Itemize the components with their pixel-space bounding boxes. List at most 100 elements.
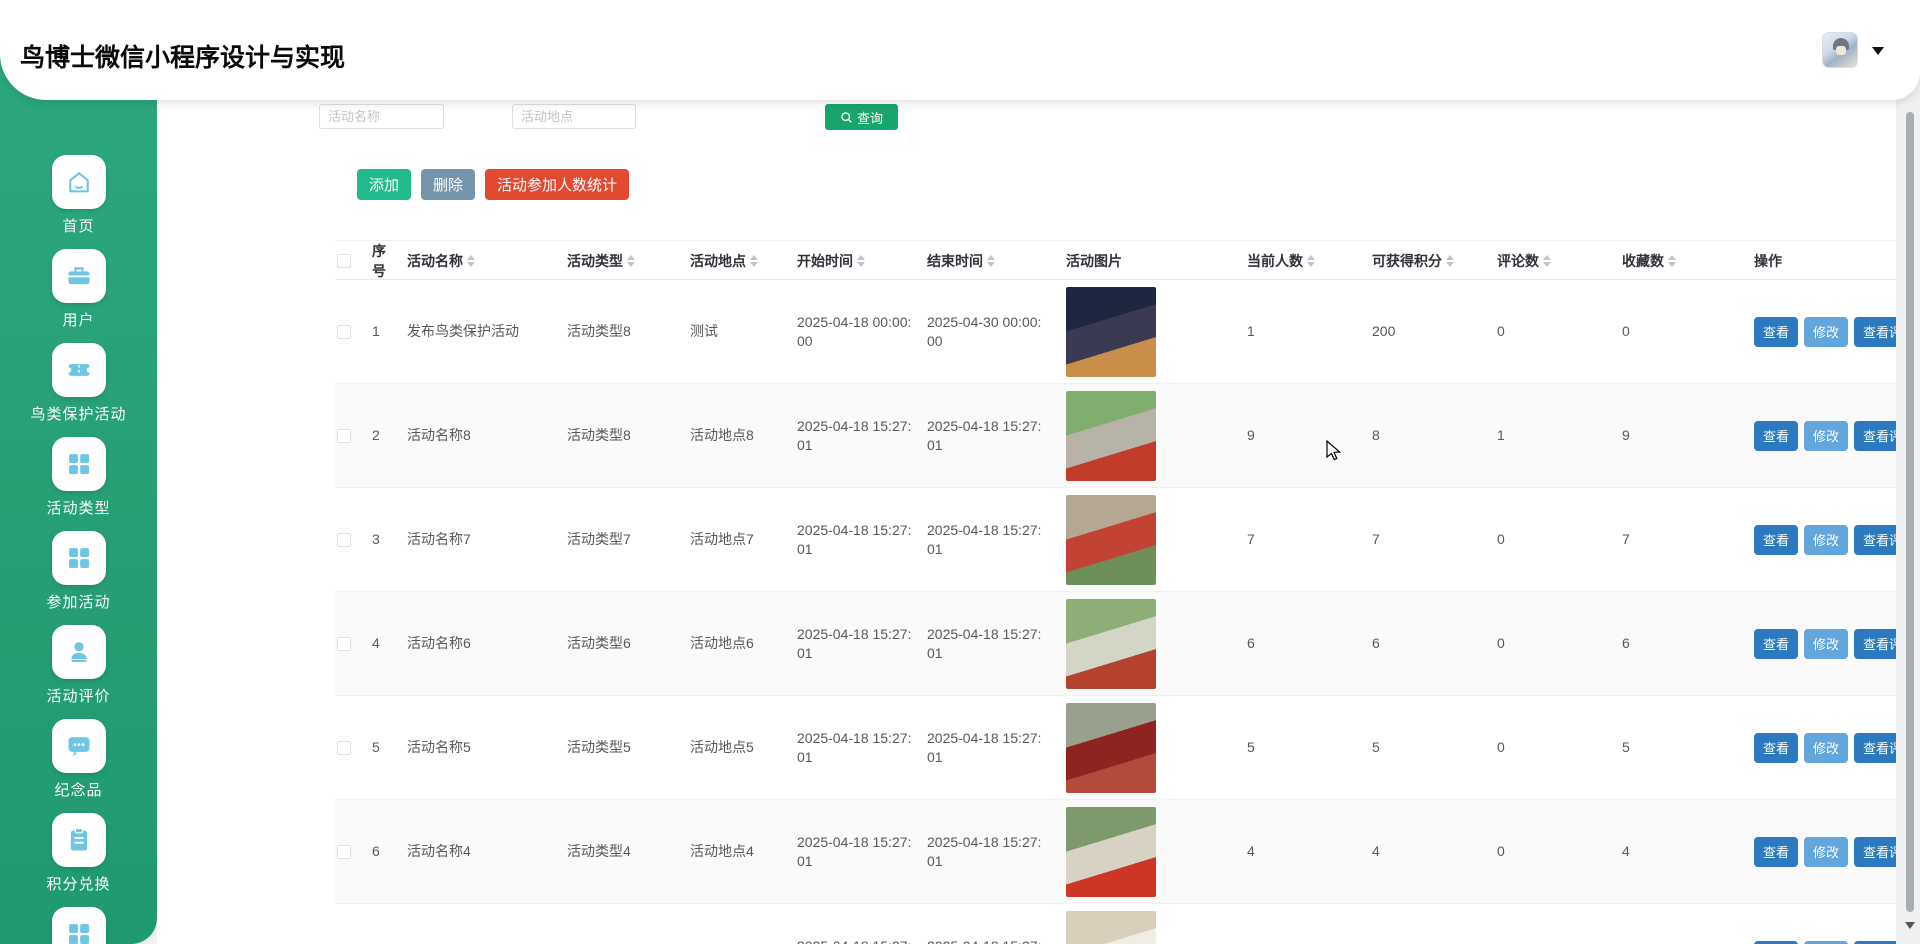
main-content: 查询 添加 删除 活动参加人数统计 序号活动名称活动类型活动地点开始时间结束时间… <box>157 0 1896 944</box>
edit-button[interactable]: 修改 <box>1804 525 1848 555</box>
edit-button[interactable]: 修改 <box>1804 941 1848 944</box>
edit-button[interactable]: 修改 <box>1804 629 1848 659</box>
cell-index: 2 <box>372 426 407 445</box>
sidebar-item-首页[interactable]: 首页 <box>0 155 157 249</box>
sidebar-item-参加活动[interactable]: 参加活动 <box>0 531 157 625</box>
column-header-可获得积分[interactable]: 可获得积分 <box>1372 251 1497 271</box>
activity-location-input[interactable] <box>512 104 636 129</box>
row-checkbox[interactable] <box>337 741 351 755</box>
cell-type: 活动类型8 <box>567 426 690 445</box>
edit-button[interactable]: 修改 <box>1804 421 1848 451</box>
row-checkbox[interactable] <box>337 533 351 547</box>
chevron-down-icon[interactable] <box>1872 47 1884 55</box>
view-button[interactable]: 查看 <box>1754 421 1798 451</box>
sidebar-item-积分兑换[interactable]: 积分兑换 <box>0 813 157 907</box>
edit-button[interactable]: 修改 <box>1804 317 1848 347</box>
view-button[interactable]: 查看 <box>1754 733 1798 763</box>
view-button[interactable]: 查看 <box>1754 941 1798 944</box>
row-checkbox[interactable] <box>337 637 351 651</box>
cell-start: 2025-04-18 15:27:01 <box>797 417 927 455</box>
cell-start: 2025-04-18 15:27:01 <box>797 937 927 944</box>
scrollbar-thumb[interactable] <box>1906 112 1914 912</box>
row-checkbox[interactable] <box>337 845 351 859</box>
sort-carets-icon[interactable] <box>750 255 758 267</box>
column-header-label: 评论数 <box>1497 251 1539 271</box>
participation-stats-button[interactable]: 活动参加人数统计 <box>485 169 629 200</box>
cell-favorites: 0 <box>1622 322 1754 341</box>
add-button[interactable]: 添加 <box>357 169 411 200</box>
delete-button[interactable]: 删除 <box>421 169 475 200</box>
column-header-评论数[interactable]: 评论数 <box>1497 251 1622 271</box>
cell-points: 5 <box>1372 738 1497 757</box>
sort-carets-icon[interactable] <box>1668 255 1676 267</box>
red-team-group-photo <box>1066 703 1156 793</box>
sort-carets-icon[interactable] <box>1543 255 1551 267</box>
row-checkbox[interactable] <box>337 429 351 443</box>
red-banner-photo <box>1066 807 1156 897</box>
cell-location: 活动地点6 <box>690 634 797 653</box>
query-button[interactable]: 查询 <box>825 104 898 130</box>
cell-type: 活动类型8 <box>567 322 690 341</box>
sidebar-item-用户[interactable]: 用户 <box>0 249 157 343</box>
sidebar-item-活动评价[interactable]: 活动评价 <box>0 625 157 719</box>
cell-name: 活动名称8 <box>407 426 567 445</box>
row-actions: 查看修改查看评论删除 <box>1754 317 1896 347</box>
cell-end: 2025-04-18 15:27:01 <box>927 937 1052 944</box>
sort-carets-icon[interactable] <box>467 255 475 267</box>
cell-people: 6 <box>1247 634 1372 653</box>
view-comments-button[interactable]: 查看评论 <box>1854 629 1896 659</box>
chat-icon <box>52 719 106 773</box>
column-header-当前人数[interactable]: 当前人数 <box>1247 251 1372 271</box>
column-header-结束时间[interactable]: 结束时间 <box>927 251 1052 271</box>
table-row: 5活动名称5活动类型5活动地点52025-04-18 15:27:012025-… <box>335 696 1896 800</box>
view-button[interactable]: 查看 <box>1754 629 1798 659</box>
sidebar-item-活动类型[interactable]: 活动类型 <box>0 437 157 531</box>
view-comments-button[interactable]: 查看评论 <box>1854 837 1896 867</box>
edit-button[interactable]: 修改 <box>1804 733 1848 763</box>
view-comments-button[interactable]: 查看评论 <box>1854 421 1896 451</box>
cell-index: 1 <box>372 322 407 341</box>
cell-favorites: 6 <box>1622 634 1754 653</box>
table-header-row: 序号活动名称活动类型活动地点开始时间结束时间活动图片当前人数可获得积分评论数收藏… <box>335 240 1896 280</box>
sort-carets-icon[interactable] <box>627 255 635 267</box>
activity-name-input[interactable] <box>319 104 444 129</box>
select-all-checkbox[interactable] <box>337 254 351 268</box>
cell-location: 活动地点7 <box>690 530 797 549</box>
cell-points: 6 <box>1372 634 1497 653</box>
edit-button[interactable]: 修改 <box>1804 837 1848 867</box>
table-row: 2025-04-18 15:27:012025-04-18 15:27:01 查看… <box>335 904 1896 944</box>
sidebar-item-label: 首页 <box>62 215 94 236</box>
sidebar-item-纪念品[interactable]: 纪念品 <box>0 719 157 813</box>
cell-start: 2025-04-18 15:27:01 <box>797 833 927 871</box>
view-comments-button[interactable]: 查看评论 <box>1854 941 1896 944</box>
sidebar-item-partial[interactable] <box>0 907 157 944</box>
field-worker-photo <box>1066 911 1156 944</box>
column-header-开始时间[interactable]: 开始时间 <box>797 251 927 271</box>
scrollbar-down-arrow[interactable] <box>1905 922 1915 929</box>
sort-carets-icon[interactable] <box>1307 255 1315 267</box>
cell-favorites: 5 <box>1622 738 1754 757</box>
view-comments-button[interactable]: 查看评论 <box>1854 525 1896 555</box>
sort-carets-icon[interactable] <box>1446 255 1454 267</box>
column-header-活动类型[interactable]: 活动类型 <box>567 251 690 271</box>
column-header-收藏数[interactable]: 收藏数 <box>1622 251 1754 271</box>
sort-carets-icon[interactable] <box>987 255 995 267</box>
view-comments-button[interactable]: 查看评论 <box>1854 317 1896 347</box>
cell-comments: 0 <box>1497 322 1622 341</box>
cell-start: 2025-04-18 15:27:01 <box>797 625 927 663</box>
user-icon <box>52 625 106 679</box>
home-icon <box>52 155 106 209</box>
view-button[interactable]: 查看 <box>1754 837 1798 867</box>
view-comments-button[interactable]: 查看评论 <box>1854 733 1896 763</box>
column-header-活动地点[interactable]: 活动地点 <box>690 251 797 271</box>
sort-carets-icon[interactable] <box>857 255 865 267</box>
cell-people: 1 <box>1247 322 1372 341</box>
column-header-活动名称[interactable]: 活动名称 <box>407 251 567 271</box>
user-avatar[interactable] <box>1822 32 1858 68</box>
view-button[interactable]: 查看 <box>1754 525 1798 555</box>
view-button[interactable]: 查看 <box>1754 317 1798 347</box>
cell-start: 2025-04-18 15:27:01 <box>797 521 927 559</box>
sidebar-item-鸟类保护活动[interactable]: 鸟类保护活动 <box>0 343 157 437</box>
column-header-label: 操作 <box>1754 251 1782 271</box>
row-checkbox[interactable] <box>337 325 351 339</box>
